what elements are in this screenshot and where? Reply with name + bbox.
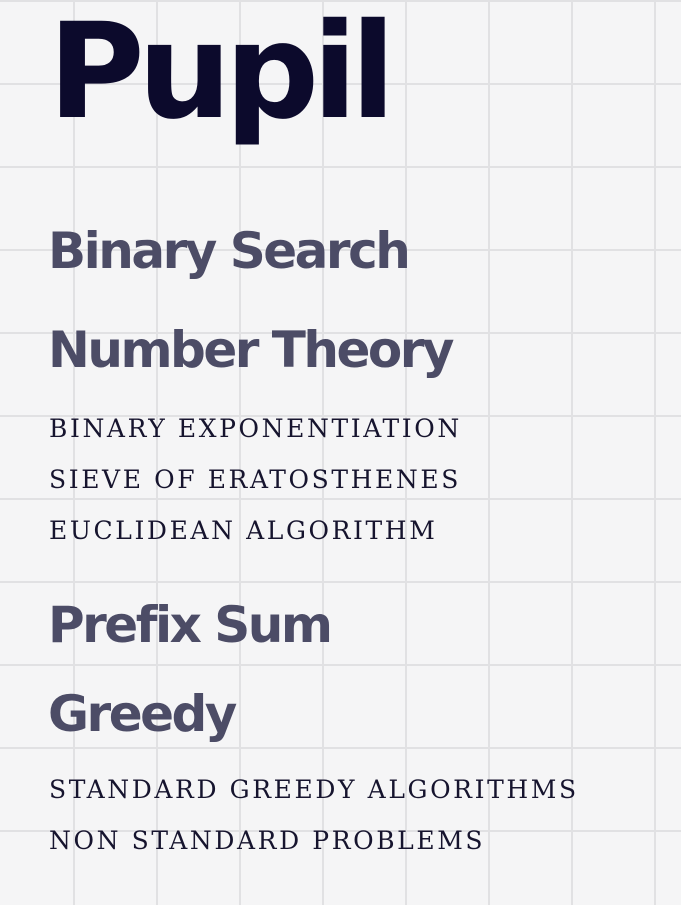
document-page: Pupil Binary Search Number Theory BINARY… [0,0,681,905]
page-title: Pupil [48,0,396,149]
section-heading-prefix-sum: Prefix Sum [48,596,333,654]
topic-item: NON STANDARD PROBLEMS [49,826,486,855]
section-heading-number-theory: Number Theory [48,321,455,379]
topic-item: BINARY EXPONENTIATION [49,414,462,443]
topic-item: SIEVE OF ERATOSTHENES [49,465,461,494]
topic-item: EUCLIDEAN ALGORITHM [49,516,438,545]
section-heading-binary-search: Binary Search [48,222,411,280]
section-heading-greedy: Greedy [48,685,237,743]
topic-item: STANDARD GREEDY ALGORITHMS [49,775,579,804]
